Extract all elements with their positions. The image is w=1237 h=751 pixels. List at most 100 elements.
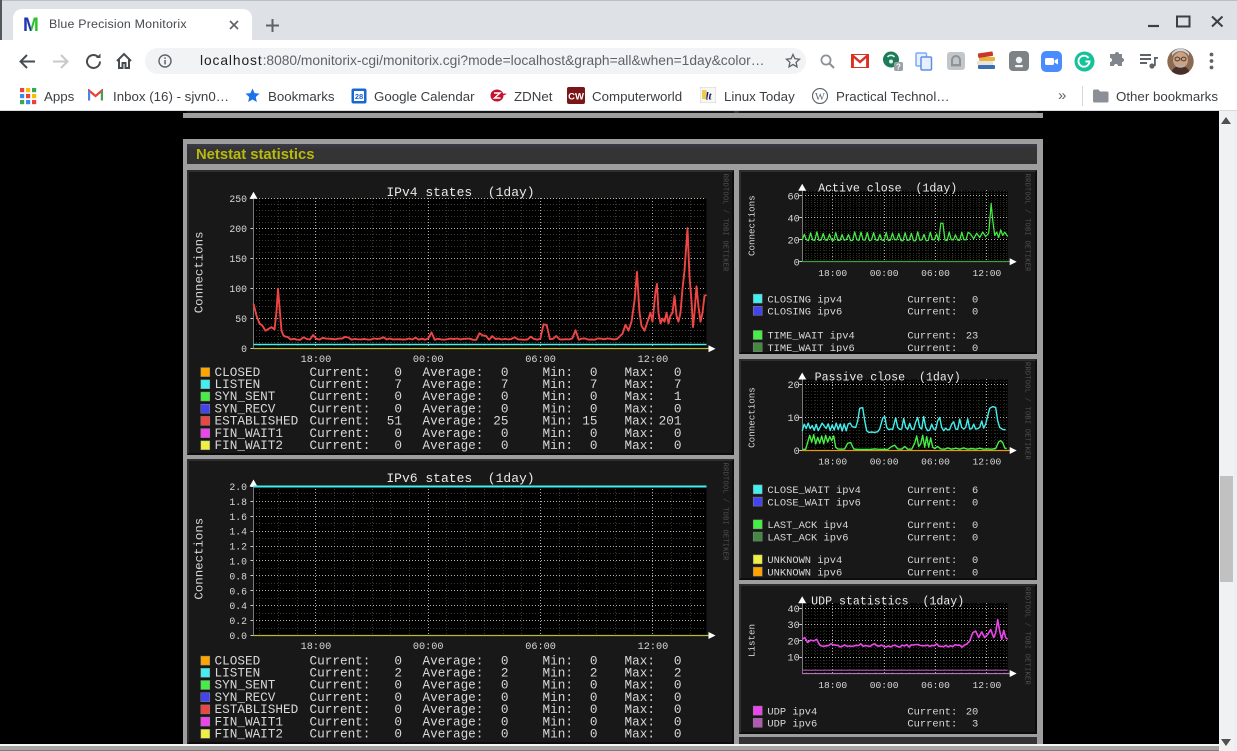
svg-text:Listen: Listen (747, 624, 758, 657)
svg-text:Current:: Current: (908, 307, 958, 319)
svg-text:Connections: Connections (192, 518, 206, 600)
svg-text:0: 0 (673, 438, 681, 453)
svg-text:18:00: 18:00 (819, 268, 848, 279)
svg-text:IPv4 states (1day): IPv4 states (1day) (386, 185, 534, 200)
svg-text:0: 0 (394, 727, 402, 742)
svg-text:0.6: 0.6 (229, 587, 247, 598)
svg-text:0.0: 0.0 (229, 631, 247, 642)
svg-text:0: 0 (794, 259, 800, 270)
svg-text:RRDTOOL / TOBI OETIKER: RRDTOOL / TOBI OETIKER (1023, 587, 1031, 685)
svg-text:Passive close (1day): Passive close (1day) (815, 372, 961, 385)
svg-text:18:00: 18:00 (300, 642, 331, 653)
svg-text:150: 150 (229, 254, 247, 265)
svg-text:Connections: Connections (747, 387, 758, 448)
svg-text:Current:: Current: (908, 520, 958, 532)
svg-text:UDP ipv4: UDP ipv4 (768, 706, 818, 718)
svg-text:RRDTOOL / TOBI OETIKER: RRDTOOL / TOBI OETIKER (720, 174, 728, 272)
svg-text:0: 0 (589, 438, 597, 453)
svg-text:RRDTOOL / TOBI OETIKER: RRDTOOL / TOBI OETIKER (1023, 362, 1031, 460)
svg-text:UNKNOWN ipv6: UNKNOWN ipv6 (768, 567, 843, 577)
svg-text:10: 10 (788, 414, 800, 425)
svg-text:00:00: 00:00 (870, 457, 899, 468)
svg-text:0.4: 0.4 (229, 601, 247, 612)
svg-text:CLOSING ipv6: CLOSING ipv6 (768, 307, 843, 319)
svg-text:0: 0 (972, 295, 978, 307)
svg-text:IPv6 states (1day): IPv6 states (1day) (386, 471, 534, 486)
svg-text:0: 0 (500, 727, 508, 742)
svg-text:1.8: 1.8 (229, 497, 247, 508)
svg-text:0: 0 (972, 555, 978, 567)
svg-text:Current:: Current: (908, 706, 958, 718)
svg-text:18:00: 18:00 (819, 680, 848, 691)
svg-text:FIN_WAIT2: FIN_WAIT2 (214, 438, 283, 453)
svg-text:Max:: Max: (624, 727, 654, 742)
svg-text:Current:: Current: (908, 719, 958, 731)
svg-text:1.2: 1.2 (229, 542, 247, 553)
svg-text:6: 6 (972, 485, 978, 497)
svg-text:0: 0 (589, 727, 597, 742)
svg-text:W: W (815, 92, 825, 103)
svg-text:1.4: 1.4 (229, 527, 247, 538)
svg-text:1.6: 1.6 (229, 512, 247, 523)
svg-text:0: 0 (241, 344, 247, 355)
svg-text:Current:: Current: (908, 555, 958, 567)
svg-text:Current:: Current: (309, 727, 370, 742)
svg-text:UNKNOWN ipv4: UNKNOWN ipv4 (768, 555, 843, 567)
svg-text:40: 40 (788, 215, 800, 226)
svg-text:100: 100 (229, 284, 247, 295)
svg-text:LAST_ACK ipv6: LAST_ACK ipv6 (768, 532, 849, 544)
svg-text:250: 250 (229, 194, 247, 205)
svg-text:RRDTOOL / TOBI OETIKER: RRDTOOL / TOBI OETIKER (720, 463, 728, 561)
svg-text:0: 0 (794, 447, 800, 458)
svg-text:Connections: Connections (192, 232, 206, 314)
svg-text:Average:: Average: (422, 438, 483, 453)
svg-text:RRDTOOL / TOBI OETIKER: RRDTOOL / TOBI OETIKER (1023, 174, 1031, 272)
svg-text:Min:: Min: (542, 727, 572, 742)
svg-text:30: 30 (788, 621, 800, 632)
svg-text:Current:: Current: (908, 485, 958, 497)
svg-text:06:00: 06:00 (921, 457, 950, 468)
svg-text:Current:: Current: (309, 438, 370, 453)
svg-text:00:00: 00:00 (412, 642, 443, 653)
svg-text:12:00: 12:00 (637, 642, 668, 653)
svg-text:UDP ipv6: UDP ipv6 (768, 719, 818, 731)
svg-text:M: M (24, 15, 39, 33)
svg-text:06:00: 06:00 (921, 268, 950, 279)
svg-text:0: 0 (972, 497, 978, 509)
svg-text:0.8: 0.8 (229, 572, 247, 583)
svg-text:12:00: 12:00 (973, 268, 1002, 279)
svg-text:0: 0 (673, 727, 681, 742)
svg-text:Current:: Current: (908, 343, 958, 352)
svg-text:00:00: 00:00 (870, 680, 899, 691)
svg-text:Current:: Current: (908, 532, 958, 544)
svg-text:CW: CW (568, 92, 584, 103)
svg-text:TIME_WAIT ipv6: TIME_WAIT ipv6 (768, 343, 855, 352)
svg-text:Average:: Average: (422, 727, 483, 742)
svg-text:20: 20 (788, 637, 800, 648)
svg-text:CLOSE_WAIT ipv4: CLOSE_WAIT ipv4 (768, 485, 862, 497)
svg-text:10: 10 (788, 654, 800, 665)
svg-text:Connections: Connections (747, 196, 758, 257)
svg-text:0: 0 (972, 520, 978, 532)
svg-text:12:00: 12:00 (973, 457, 1002, 468)
svg-text:60: 60 (788, 193, 800, 204)
svg-text:Current:: Current: (908, 567, 958, 577)
svg-text:50: 50 (235, 314, 247, 325)
svg-text:TIME_WAIT ipv4: TIME_WAIT ipv4 (768, 331, 855, 343)
svg-text:0: 0 (972, 532, 978, 544)
svg-text:2.0: 2.0 (229, 482, 247, 493)
svg-text:?: ? (896, 62, 901, 71)
svg-text:Current:: Current: (908, 331, 958, 343)
svg-text:200: 200 (229, 224, 247, 235)
svg-text:28: 28 (355, 92, 363, 101)
svg-text:40: 40 (788, 605, 800, 616)
svg-text:1.0: 1.0 (229, 557, 247, 568)
svg-text:0: 0 (500, 438, 508, 453)
svg-text:0.2: 0.2 (229, 616, 247, 627)
svg-text:Current:: Current: (908, 295, 958, 307)
svg-text:3: 3 (972, 719, 978, 731)
svg-text:Current:: Current: (908, 497, 958, 509)
svg-text:UDP statistics (1day): UDP statistics (1day) (811, 596, 964, 609)
svg-text:12:00: 12:00 (973, 680, 1002, 691)
svg-text:00:00: 00:00 (870, 268, 899, 279)
